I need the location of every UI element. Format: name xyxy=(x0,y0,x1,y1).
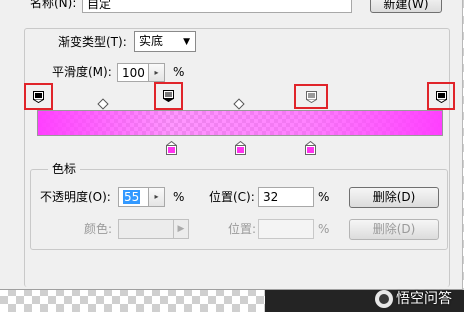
location-label: 位置(C): xyxy=(209,190,255,204)
gradient-editor-dialog: 名称(N): 自定 新建(W) 渐变类型(T): 实底 ▼ 平滑度(M): 10… xyxy=(0,0,463,290)
color-swatch[interactable] xyxy=(118,219,174,239)
smoothness-input[interactable]: 100 xyxy=(117,63,149,82)
gradient-type-label: 渐变类型(T): xyxy=(58,35,127,49)
gradient-preview-bar[interactable] xyxy=(37,110,443,136)
name-input[interactable]: 自定 xyxy=(82,0,352,13)
opacity-stop-icon xyxy=(33,91,44,104)
color-stop-1[interactable] xyxy=(234,140,247,155)
opacity-stop-icon xyxy=(163,90,174,103)
opacity-value: 55 xyxy=(123,190,141,204)
stops-group-title: 色标 xyxy=(48,162,81,176)
color-label: 颜色: xyxy=(84,222,113,236)
watermark-logo-icon xyxy=(375,290,393,308)
color-location-unit: % xyxy=(318,222,330,236)
color-stop-icon xyxy=(304,140,317,155)
location-input[interactable]: 32 xyxy=(258,187,314,207)
opacity-stop-0[interactable] xyxy=(33,91,44,104)
smoothness-unit: % xyxy=(173,65,185,79)
color-stop-icon xyxy=(234,140,247,155)
opacity-stop-1-selected[interactable] xyxy=(163,90,174,103)
color-stop-2[interactable] xyxy=(304,140,317,155)
location-unit: % xyxy=(318,190,330,204)
opacity-label: 不透明度(O): xyxy=(40,190,111,204)
opacity-stop-icon xyxy=(306,91,317,104)
opacity-unit: % xyxy=(173,190,185,204)
color-location-input[interactable] xyxy=(258,219,314,239)
name-label: 名称(N): xyxy=(30,0,77,10)
smoothness-arrow-icon[interactable]: ▸ xyxy=(149,63,165,82)
gradient-type-value: 实底 xyxy=(139,34,164,48)
opacity-input[interactable]: 55 xyxy=(118,187,149,207)
color-stop-0[interactable] xyxy=(165,140,178,155)
new-button[interactable]: 新建(W) xyxy=(370,0,442,13)
chevron-down-icon: ▼ xyxy=(183,37,190,47)
opacity-stop-3[interactable] xyxy=(436,91,447,104)
delete-stop-button[interactable]: 删除(D) xyxy=(349,187,439,208)
delete-color-stop-button[interactable]: 删除(D) xyxy=(349,219,439,240)
watermark: 悟空问答 xyxy=(375,288,452,308)
opacity-arrow-icon[interactable]: ▸ xyxy=(149,187,165,207)
opacity-stop-icon xyxy=(436,91,447,104)
smoothness-label: 平滑度(M): xyxy=(52,65,112,79)
color-location-label: 位置: xyxy=(228,222,257,236)
watermark-text: 悟空问答 xyxy=(396,291,452,307)
color-arrow-icon[interactable]: ▶ xyxy=(174,219,189,239)
gradient-type-select[interactable]: 实底 ▼ xyxy=(134,31,196,52)
opacity-stop-2[interactable] xyxy=(306,91,317,104)
color-stop-icon xyxy=(165,140,178,155)
